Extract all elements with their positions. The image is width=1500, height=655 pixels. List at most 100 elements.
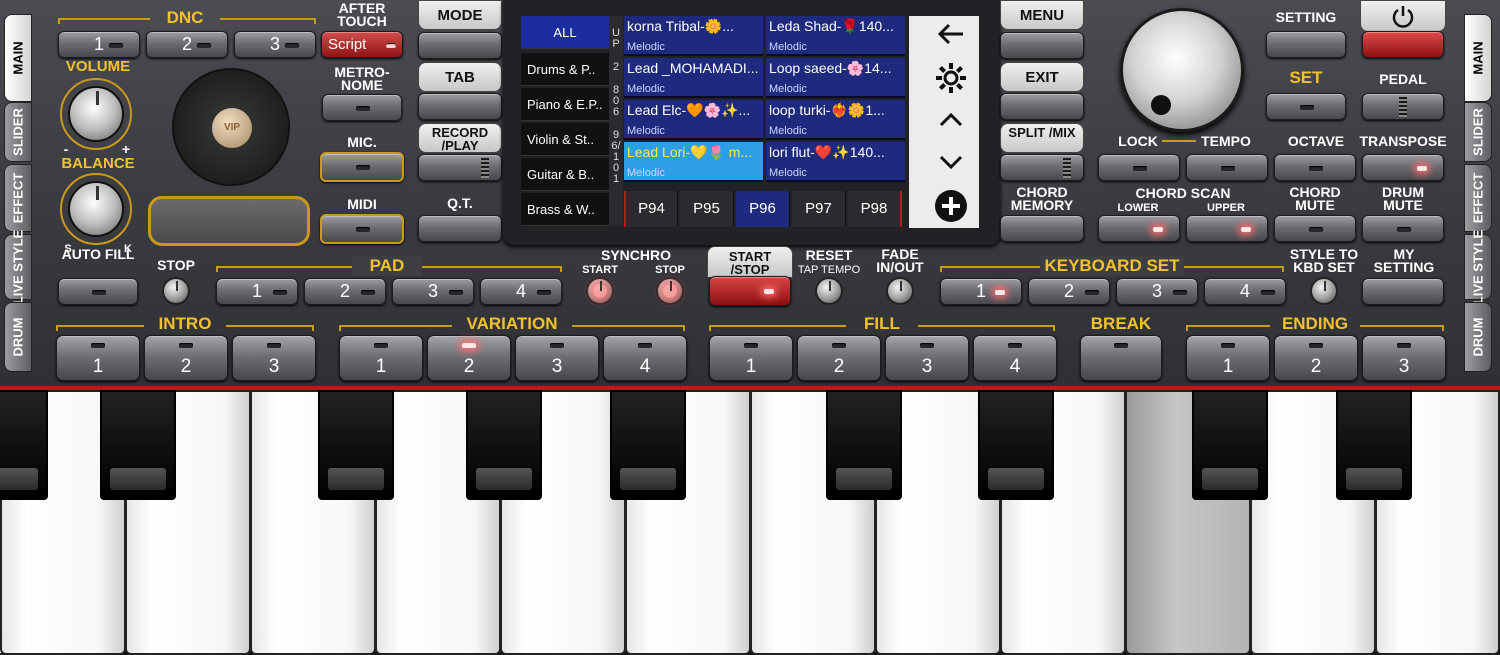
lock-button[interactable] xyxy=(1098,154,1180,181)
fill-3-button[interactable]: 3 xyxy=(885,335,969,381)
exit-button[interactable] xyxy=(1000,93,1084,120)
chord-scan-lower-button[interactable] xyxy=(1098,215,1180,242)
pad-4-button[interactable]: 4 xyxy=(480,278,562,305)
preset-item-selected[interactable]: Lead Lori-💛🌷 m... Melodic xyxy=(624,142,763,182)
dnc-3-button[interactable]: 3 xyxy=(234,31,316,58)
intro-1-button[interactable]: 1 xyxy=(56,335,140,381)
scroll-indicator[interactable]: U P 2 806 96/101 xyxy=(609,16,623,226)
tab-drum-left[interactable]: DRUM xyxy=(4,302,32,372)
page-p98[interactable]: P98 xyxy=(848,191,902,227)
intro-2-button[interactable]: 2 xyxy=(144,335,228,381)
chord-memory-button[interactable] xyxy=(1000,215,1084,242)
fade-in-out-button[interactable] xyxy=(886,277,914,305)
script-button[interactable]: Script xyxy=(321,31,403,58)
black-key[interactable] xyxy=(466,390,542,500)
pad-1-button[interactable]: 1 xyxy=(216,278,298,305)
set-button[interactable] xyxy=(1266,93,1346,120)
balance-knob[interactable] xyxy=(68,181,124,237)
keyboard-set-3-button[interactable]: 3 xyxy=(1116,278,1198,305)
synchro-stop-button[interactable] xyxy=(656,277,684,305)
back-arrow-icon[interactable] xyxy=(923,18,979,56)
reset-tap-tempo-button[interactable] xyxy=(815,277,843,305)
my-setting-button[interactable] xyxy=(1362,278,1444,305)
dnc-2-button[interactable]: 2 xyxy=(146,31,228,58)
power-button[interactable] xyxy=(1360,0,1446,32)
black-key[interactable] xyxy=(978,390,1054,500)
black-key[interactable] xyxy=(1336,390,1412,500)
page-p94[interactable]: P94 xyxy=(624,191,678,227)
balance-dial[interactable] xyxy=(60,173,132,245)
intro-3-button[interactable]: 3 xyxy=(232,335,316,381)
stop-knob-button[interactable] xyxy=(162,277,190,305)
auto-fill-button[interactable] xyxy=(58,278,138,305)
tab-live-style-right[interactable]: LIVE STYLE xyxy=(1464,230,1492,304)
category-violin[interactable]: Violin & St.. xyxy=(521,123,609,156)
page-p95[interactable]: P95 xyxy=(680,191,734,227)
drum-mute-button[interactable] xyxy=(1362,215,1444,242)
fill-4-button[interactable]: 4 xyxy=(973,335,1057,381)
preset-item[interactable]: Loop saeed-🌸14... Melodic xyxy=(766,58,905,98)
preset-item[interactable]: Lead _MOHAMADI... Melodic xyxy=(624,58,763,98)
record-play-button[interactable] xyxy=(418,154,502,181)
metronome-button[interactable] xyxy=(322,94,402,121)
transpose-button[interactable] xyxy=(1362,154,1444,181)
black-key[interactable] xyxy=(0,390,48,500)
keyboard-set-2-button[interactable]: 2 xyxy=(1028,278,1110,305)
power-led-button[interactable] xyxy=(1362,31,1444,58)
dnc-1-button[interactable]: 1 xyxy=(58,31,140,58)
split-mix-button[interactable] xyxy=(1000,154,1084,181)
midi-button[interactable] xyxy=(320,214,404,244)
category-drums[interactable]: Drums & P.. xyxy=(521,53,609,86)
volume-knob[interactable] xyxy=(68,86,124,142)
ending-1-button[interactable]: 1 xyxy=(1186,335,1270,381)
qt-button[interactable] xyxy=(418,215,502,242)
black-key[interactable] xyxy=(610,390,686,500)
category-piano[interactable]: Piano & E.P.. xyxy=(521,88,609,121)
variation-4-button[interactable]: 4 xyxy=(603,335,687,381)
mode-button[interactable] xyxy=(418,32,502,59)
tab-effect-left[interactable]: EFFECT xyxy=(4,164,32,232)
tab-slider-right[interactable]: SLIDER xyxy=(1464,102,1492,162)
tab-button[interactable] xyxy=(418,93,502,120)
add-icon[interactable] xyxy=(923,188,979,226)
preset-item[interactable]: lori flut-❤️✨140... Melodic xyxy=(766,142,905,182)
variation-3-button[interactable]: 3 xyxy=(515,335,599,381)
data-wheel-knob[interactable] xyxy=(1120,8,1244,132)
page-p97[interactable]: P97 xyxy=(792,191,846,227)
black-key[interactable] xyxy=(100,390,176,500)
tab-slider-left[interactable]: SLIDER xyxy=(4,102,32,162)
pad-3-button[interactable]: 3 xyxy=(392,278,474,305)
chevron-up-icon[interactable] xyxy=(923,104,979,142)
preset-item[interactable]: Leda Shad-🌹140... Melodic xyxy=(766,16,905,56)
keyboard-set-4-button[interactable]: 4 xyxy=(1204,278,1286,305)
ending-2-button[interactable]: 2 xyxy=(1274,335,1358,381)
black-key[interactable] xyxy=(826,390,902,500)
keyboard-set-1-button[interactable]: 1 xyxy=(940,278,1022,305)
fill-1-button[interactable]: 1 xyxy=(709,335,793,381)
gear-icon[interactable] xyxy=(923,60,979,98)
style-to-kbd-set-button[interactable] xyxy=(1310,277,1338,305)
start-stop-button[interactable] xyxy=(709,276,791,306)
variation-1-button[interactable]: 1 xyxy=(339,335,423,381)
tab-effect-right[interactable]: EFFECT xyxy=(1464,164,1492,232)
tab-live-style-left[interactable]: LIVE STYLE xyxy=(4,230,32,304)
preset-item[interactable]: loop turki-❤️‍🔥🌼1... Melodic xyxy=(766,100,905,140)
tab-main-left[interactable]: MAIN xyxy=(4,14,32,102)
tab-drum-right[interactable]: DRUM xyxy=(1464,302,1492,372)
octave-button[interactable] xyxy=(1274,154,1356,181)
tab-main-right[interactable]: MAIN xyxy=(1464,14,1492,102)
chevron-down-icon[interactable] xyxy=(923,146,979,184)
tempo-button[interactable] xyxy=(1186,154,1268,181)
pedal-button[interactable] xyxy=(1362,93,1444,120)
jog-wheel[interactable]: VIP xyxy=(172,68,290,186)
preset-item[interactable]: korna Tribal-🌼... Melodic xyxy=(624,16,763,56)
category-guitar[interactable]: Guitar & B.. xyxy=(521,158,609,191)
mic-button[interactable] xyxy=(320,152,404,182)
setting-button[interactable] xyxy=(1266,31,1346,58)
black-key[interactable] xyxy=(1192,390,1268,500)
category-all[interactable]: ALL xyxy=(521,16,609,49)
ending-3-button[interactable]: 3 xyxy=(1362,335,1446,381)
synchro-start-button[interactable] xyxy=(586,277,614,305)
menu-button[interactable] xyxy=(1000,32,1084,59)
chord-scan-upper-button[interactable] xyxy=(1186,215,1268,242)
